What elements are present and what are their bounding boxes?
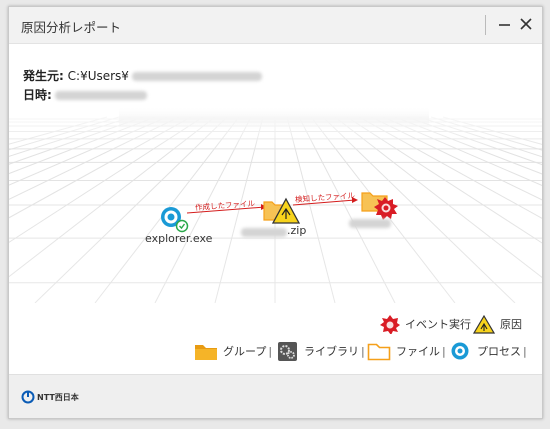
redacted-detected-name [349,219,391,228]
legend-event: イベント実行 [380,314,471,334]
file-node-detected[interactable] [361,192,398,220]
cause-icon [473,314,495,334]
legend-cause: 原因 [473,314,522,334]
file-folder-icon [367,343,391,361]
ntt-logo: NTT西日本 [21,390,79,404]
explorer-label: explorer.exe [145,232,213,245]
legend-library[interactable]: ライブラリ | [277,341,369,361]
legend-group[interactable]: グループ | [194,341,276,361]
file-node-zip[interactable] [263,197,301,224]
library-icon [278,342,297,361]
process-icon [451,342,469,360]
redacted-zip-name [241,228,287,237]
zip-label: .zip [287,224,307,237]
legend-library-label: ライブラリ [304,345,359,358]
causality-graph [161,192,398,233]
process-node-explorer[interactable] [161,207,189,233]
legend-group-label: グループ [223,345,267,358]
event-icon [380,315,400,334]
footer: NTT西日本 [9,374,542,418]
ntt-logo-icon [21,390,35,404]
legend-event-label: イベント実行 [405,318,471,331]
legend-file[interactable]: ファイル | [367,341,450,361]
group-icon [195,345,217,360]
legend-cause-label: 原因 [500,318,522,331]
separator: | [523,344,527,358]
separator: | [442,344,446,358]
legend-process-label: プロセス [477,345,521,358]
separator: | [361,344,365,358]
legend-process[interactable]: プロセス | [450,341,531,361]
report-window: 原因分析レポート 発生元: C:¥Users¥ 日時: 作成したファイル 検知し… [8,6,543,419]
separator: | [268,344,273,358]
legend-file-label: ファイル [396,345,440,358]
ntt-logo-text: NTT西日本 [37,392,79,402]
